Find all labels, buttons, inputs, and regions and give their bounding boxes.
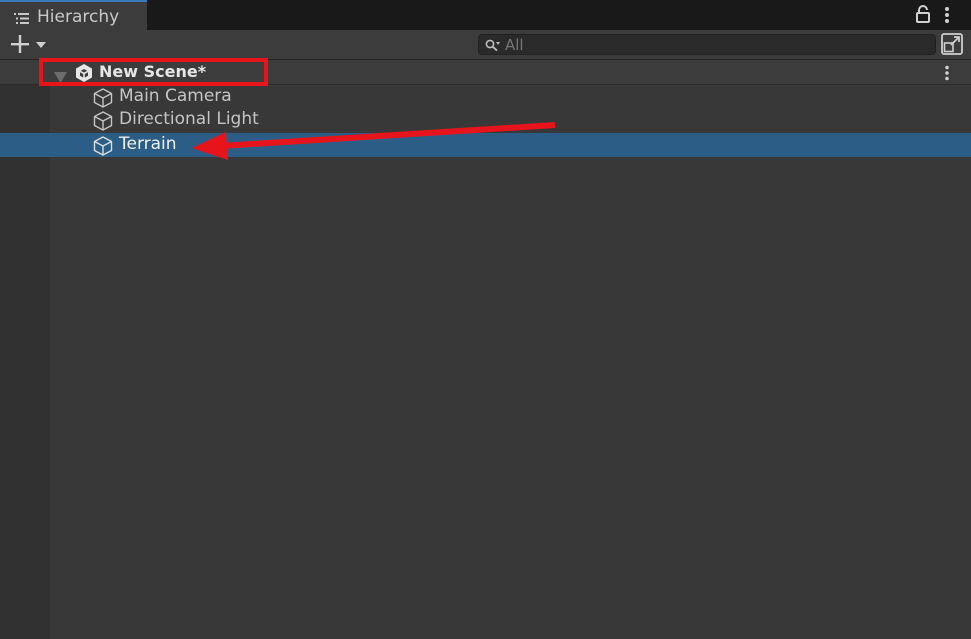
tree-item-label: Main Camera [119,86,232,106]
tab-hierarchy[interactable]: Hierarchy [0,0,147,30]
hierarchy-toolbar [0,30,971,60]
lock-icon[interactable] [916,5,930,27]
gameobject-cube-icon [92,135,114,161]
tree-item-label: Directional Light [119,109,259,129]
tree-item-label: Terrain [119,134,177,154]
create-dropdown-button[interactable] [8,33,50,55]
search-icon [485,38,501,57]
unity-scene-icon [74,63,94,87]
plus-dropdown-icon [8,35,50,59]
tab-bar: Hierarchy [0,0,971,30]
scene-popout-button[interactable] [940,32,964,56]
left-gutter [0,85,50,639]
hierarchy-list-icon [14,10,30,29]
tree-item-directional-light[interactable]: Directional Light [0,108,971,132]
kebab-menu-icon[interactable] [944,6,950,28]
scene-name: New Scene* [99,62,207,81]
scene-kebab-menu-icon[interactable] [944,65,950,85]
search-input[interactable] [505,35,925,54]
search-field[interactable] [478,34,936,55]
tree-item-terrain[interactable]: Terrain [0,133,971,157]
tab-label: Hierarchy [37,7,120,27]
scene-header-row[interactable]: New Scene* [0,60,971,85]
tree-item-main-camera[interactable]: Main Camera [0,85,971,109]
scene-popout-icon [940,33,964,60]
